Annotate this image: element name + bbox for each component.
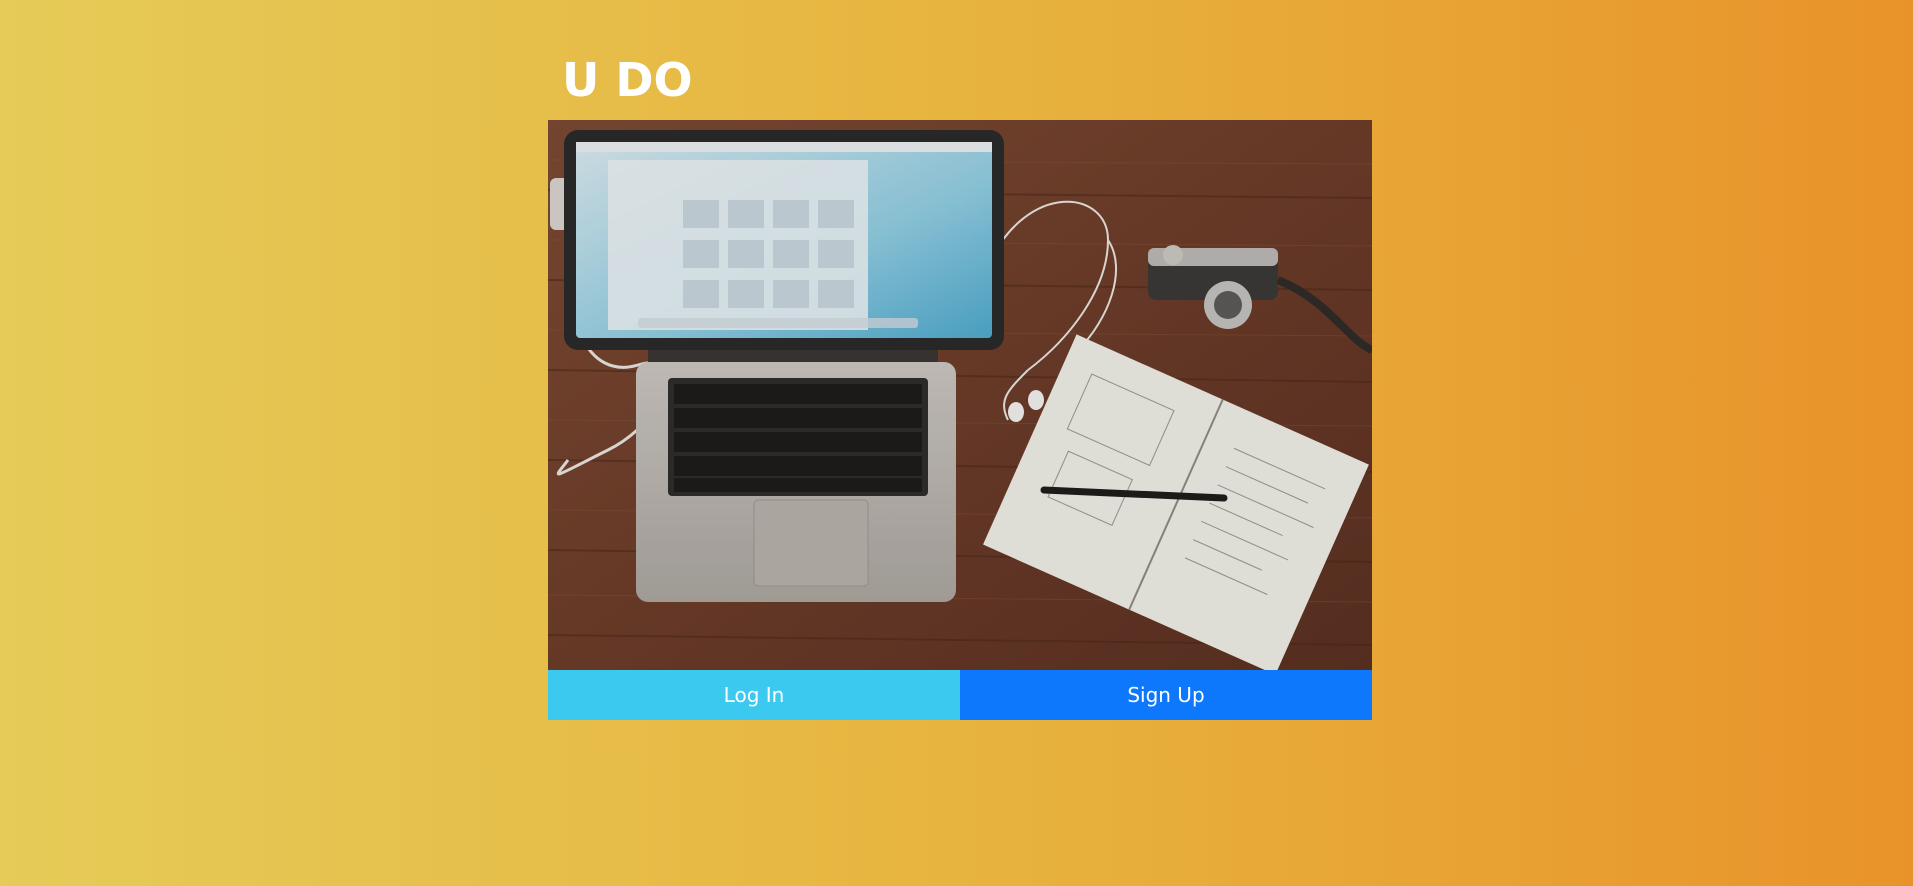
signup-button[interactable]: Sign Up bbox=[960, 670, 1372, 720]
auth-actions: Log In Sign Up bbox=[548, 670, 1372, 720]
app-title: U DO bbox=[562, 53, 693, 107]
hero-card: Log In Sign Up bbox=[548, 120, 1372, 720]
hero-image bbox=[548, 120, 1372, 670]
login-button[interactable]: Log In bbox=[548, 670, 960, 720]
